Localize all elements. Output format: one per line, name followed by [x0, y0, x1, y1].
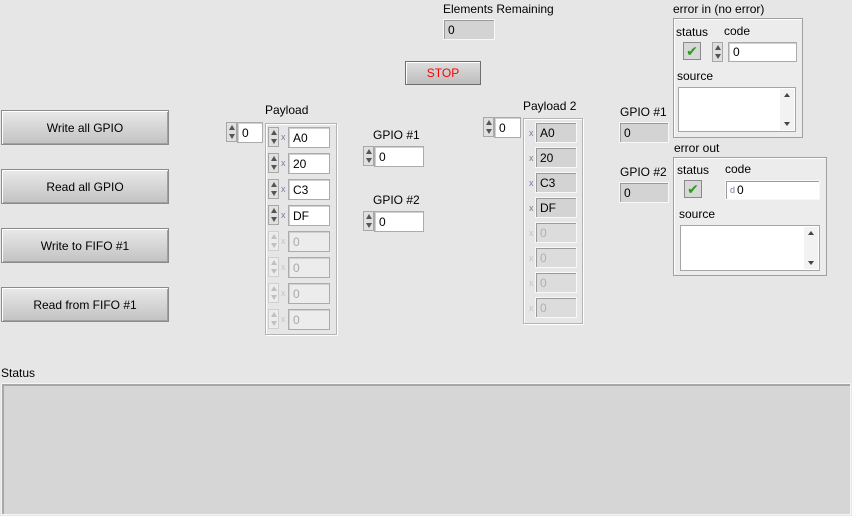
- error-out-code-radix: d: [730, 185, 736, 195]
- stop-button[interactable]: STOP: [405, 61, 481, 85]
- error-out-source-label: source: [679, 207, 716, 221]
- write-all-gpio-button[interactable]: Write all GPIO: [1, 110, 169, 145]
- payload-element-0[interactable]: A0: [288, 127, 330, 148]
- error-in-code-spinner[interactable]: [712, 42, 723, 62]
- payload-element-6[interactable]: 0: [288, 283, 330, 304]
- payload-element-4[interactable]: 0: [288, 231, 330, 252]
- payload2-element-3: DF: [535, 197, 577, 218]
- error-out-code-value: 0: [737, 183, 744, 197]
- error-out-source-scrollbar[interactable]: [804, 227, 818, 269]
- gpio1-spinner[interactable]: [363, 146, 374, 166]
- payload2-element-4: 0: [535, 222, 577, 243]
- elements-remaining-label: Elements Remaining: [443, 2, 554, 16]
- error-in-status-checkbox[interactable]: ✔: [683, 42, 701, 60]
- payload-element-spinner[interactable]: [268, 127, 279, 147]
- error-in-code-input[interactable]: 0: [728, 42, 797, 62]
- payload-radix: x: [281, 184, 286, 194]
- payload-element-spinner[interactable]: [268, 179, 279, 199]
- payload-element-spinner[interactable]: [268, 231, 279, 251]
- payload2-index-spinner[interactable]: [483, 117, 494, 137]
- gpio2-control-label: GPIO #2: [373, 193, 420, 207]
- gpio2-control-input[interactable]: 0: [374, 211, 424, 232]
- payload-element-1[interactable]: 20: [288, 153, 330, 174]
- status-indicator: [1, 383, 851, 515]
- write-fifo1-button[interactable]: Write to FIFO #1: [1, 228, 169, 263]
- payload-label: Payload: [265, 103, 309, 117]
- gpio1-indicator: 0: [619, 122, 669, 143]
- error-in-source-text[interactable]: [678, 87, 796, 132]
- gpio2-spinner[interactable]: [363, 211, 374, 231]
- payload-element-7[interactable]: 0: [288, 309, 330, 330]
- read-fifo1-button[interactable]: Read from FIFO #1: [1, 287, 169, 322]
- payload-element-spinner[interactable]: [268, 153, 279, 173]
- payload-index-spinner[interactable]: [226, 122, 237, 142]
- error-out-label: error out: [674, 141, 720, 155]
- error-out-source-text: [680, 225, 820, 271]
- payload-radix: x: [281, 262, 286, 272]
- payload2-element-7: 0: [535, 297, 577, 318]
- payload-element-spinner[interactable]: [268, 309, 279, 329]
- gpio1-control-label: GPIO #1: [373, 128, 420, 142]
- payload-radix: x: [281, 288, 286, 298]
- payload-element-spinner[interactable]: [268, 283, 279, 303]
- payload2-element-5: 0: [535, 247, 577, 268]
- payload-radix: x: [281, 132, 286, 142]
- payload2-element-6: 0: [535, 272, 577, 293]
- elements-remaining-indicator: 0: [443, 19, 495, 40]
- payload2-element-0: A0: [535, 122, 577, 143]
- payload-element-3[interactable]: DF: [288, 205, 330, 226]
- payload-element-spinner[interactable]: [268, 257, 279, 277]
- payload2-index-input[interactable]: 0: [494, 117, 521, 138]
- payload-index-input[interactable]: 0: [237, 122, 263, 143]
- error-out-status-checkbox: ✔: [684, 180, 702, 198]
- read-all-gpio-button[interactable]: Read all GPIO: [1, 169, 169, 204]
- error-in-code-label: code: [724, 24, 751, 38]
- payload2-element-1: 20: [535, 147, 577, 168]
- payload-radix: x: [281, 314, 286, 324]
- error-in-status-label: status: [676, 25, 709, 39]
- status-label: Status: [1, 366, 36, 380]
- gpio1-indicator-label: GPIO #1: [620, 105, 667, 119]
- payload-element-spinner[interactable]: [268, 205, 279, 225]
- payload-radix: x: [281, 210, 286, 220]
- error-in-label: error in (no error): [673, 2, 765, 16]
- error-out-status-label: status: [677, 163, 710, 177]
- payload-element-5[interactable]: 0: [288, 257, 330, 278]
- payload-radix: x: [281, 158, 286, 168]
- gpio2-indicator: 0: [619, 182, 669, 203]
- error-in-source-scrollbar[interactable]: [780, 89, 794, 130]
- gpio2-indicator-label: GPIO #2: [620, 165, 667, 179]
- error-out-code-label: code: [725, 162, 752, 176]
- payload2-label: Payload 2: [523, 99, 577, 113]
- payload-element-2[interactable]: C3: [288, 179, 330, 200]
- payload2-element-2: C3: [535, 172, 577, 193]
- payload-radix: x: [281, 236, 286, 246]
- error-in-source-label: source: [677, 69, 714, 83]
- error-out-code-indicator: d 0: [725, 180, 820, 200]
- gpio1-control-input[interactable]: 0: [374, 146, 424, 167]
